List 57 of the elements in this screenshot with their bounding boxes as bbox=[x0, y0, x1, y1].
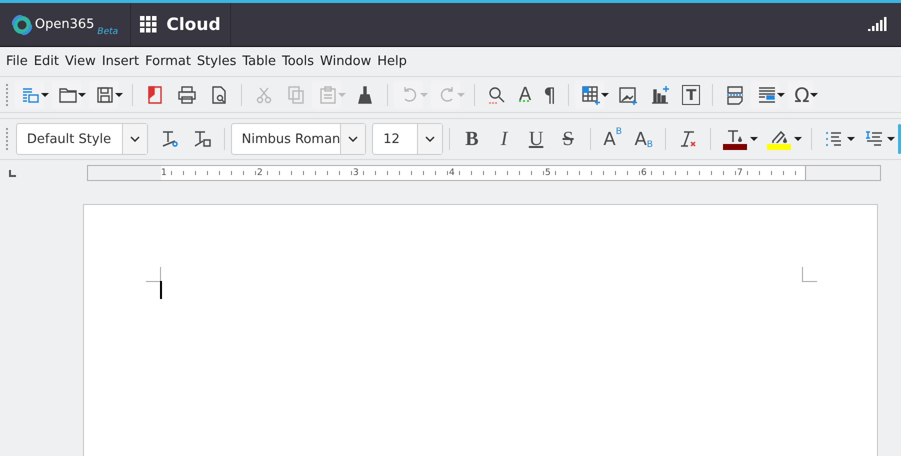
chevron-icon bbox=[130, 136, 140, 142]
dropdown-arrow[interactable] bbox=[847, 137, 856, 141]
insert-table-button[interactable] bbox=[575, 80, 604, 108]
save-button[interactable] bbox=[89, 80, 118, 108]
menu-item[interactable]: Help bbox=[374, 54, 410, 69]
italic-button[interactable]: I bbox=[488, 125, 520, 153]
font-size-dropdown[interactable]: 12 bbox=[372, 123, 443, 155]
pen-icon bbox=[769, 128, 790, 142]
dropdown-arrow[interactable] bbox=[115, 92, 123, 96]
text-box-button[interactable]: T bbox=[682, 84, 700, 104]
chevron-icon bbox=[425, 136, 435, 142]
menu-item[interactable]: Edit bbox=[30, 54, 62, 69]
menu-item[interactable]: Format bbox=[142, 54, 194, 69]
menu-item[interactable]: Table bbox=[239, 54, 279, 69]
spelling-button[interactable]: A bbox=[513, 80, 538, 108]
image-icon bbox=[618, 84, 638, 104]
toolbar-edge bbox=[898, 124, 901, 154]
bold-button[interactable]: B bbox=[456, 125, 488, 153]
insert-field-button[interactable] bbox=[751, 80, 780, 108]
clear-format-icon bbox=[678, 129, 698, 149]
grid-icon bbox=[140, 16, 158, 33]
formatting-marks-button[interactable]: ¶ bbox=[537, 80, 562, 108]
pages-icon bbox=[286, 84, 306, 104]
underline-button[interactable]: U bbox=[520, 125, 552, 153]
logo-text: Open365 bbox=[34, 17, 94, 32]
logo-icon bbox=[12, 14, 32, 34]
strikethrough-button[interactable]: S bbox=[552, 125, 584, 153]
search-icon bbox=[487, 84, 507, 104]
menu-item[interactable]: Window bbox=[317, 54, 374, 69]
clipboard-icon bbox=[318, 84, 338, 104]
dropdown-arrow[interactable] bbox=[810, 92, 818, 96]
chevron-icon bbox=[348, 136, 358, 142]
text-cursor bbox=[160, 281, 162, 299]
menu-item[interactable]: File bbox=[3, 54, 31, 69]
printer-icon bbox=[177, 84, 197, 104]
beta-label: Beta bbox=[97, 27, 118, 37]
signal-icon bbox=[868, 16, 888, 32]
menu-item[interactable]: Styles bbox=[194, 54, 240, 69]
brush-icon bbox=[355, 84, 375, 104]
paragraph-style-dropdown[interactable]: Default Style bbox=[16, 123, 148, 155]
tab-stop-icon bbox=[9, 170, 16, 176]
open-button[interactable] bbox=[52, 80, 81, 108]
special-character-button[interactable]: Ω bbox=[788, 80, 813, 108]
menu-item[interactable]: View bbox=[62, 54, 99, 69]
dropdown-arrow[interactable] bbox=[750, 137, 758, 141]
font-name-dropdown[interactable]: Nimbus Roman bbox=[230, 123, 366, 155]
ruler-number: 1 bbox=[161, 166, 167, 180]
table-icon bbox=[581, 84, 602, 104]
dropdown-arrow[interactable] bbox=[794, 137, 802, 141]
dropdown-arrow[interactable] bbox=[601, 92, 610, 96]
cloud-button[interactable]: Cloud bbox=[131, 3, 231, 46]
menu-item[interactable]: Tools bbox=[278, 54, 318, 69]
menu-item[interactable]: Insert bbox=[98, 54, 142, 69]
text-boundary-mark bbox=[802, 267, 817, 282]
page-break-icon bbox=[725, 84, 746, 104]
lines-icon bbox=[757, 84, 778, 104]
bar-chart-icon bbox=[650, 84, 670, 104]
